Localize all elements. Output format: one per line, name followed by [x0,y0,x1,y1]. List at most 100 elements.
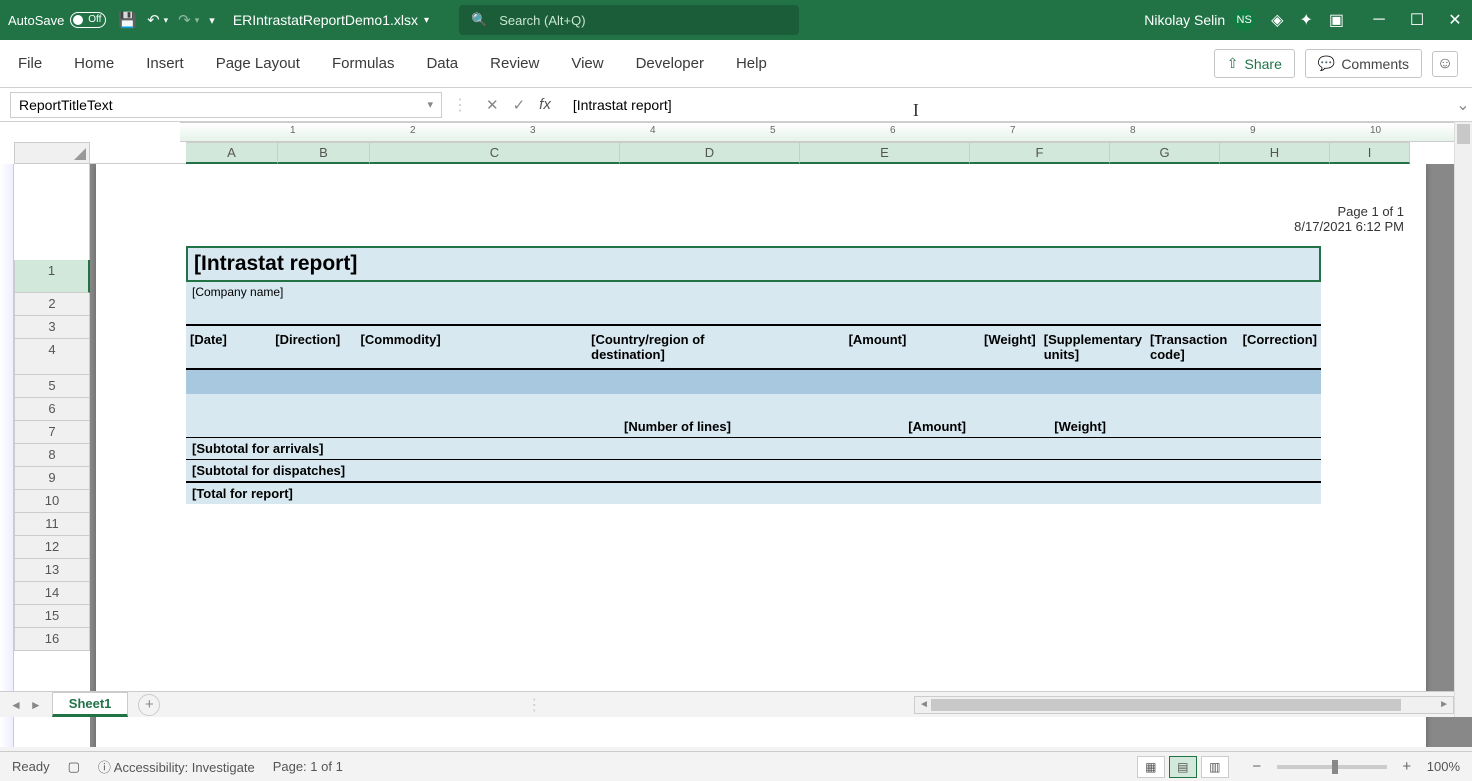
row-header-14[interactable]: 14 [14,582,90,605]
macro-record-icon[interactable]: ▢ [68,759,80,775]
tab-next-icon[interactable]: ► [30,698,42,712]
autosave-toggle[interactable]: AutoSave Off [8,12,106,28]
horizontal-scrollbar[interactable]: ◄ ► [914,696,1454,714]
page-layout-view[interactable]: Page 1 of 1 8/17/2021 6:12 PM [Intrastat… [90,164,1472,747]
comments-button[interactable]: 💬 Comments [1305,49,1422,78]
accessibility-status[interactable]: ⓘ Accessibility: Investigate [98,757,255,776]
row-header-6[interactable]: 6 [14,398,90,421]
tab-help[interactable]: Help [732,49,771,78]
subtotal-dispatches[interactable]: [Subtotal for dispatches] [186,459,1321,481]
tab-file[interactable]: File [14,49,46,78]
hdr-amount[interactable]: [Amount] [753,326,910,368]
hdr-amount-2[interactable]: [Amount] [800,416,970,437]
hdr-supp[interactable]: [Supplementary units] [1040,326,1146,368]
data-band[interactable] [186,370,1321,394]
ribbon-display-icon[interactable]: ▣ [1329,10,1344,30]
col-header-c[interactable]: C [370,142,620,164]
hdr-weight[interactable]: [Weight] [910,326,1039,368]
undo-icon[interactable]: ↶ [147,11,160,29]
row-header-5[interactable]: 5 [14,375,90,398]
col-header-a[interactable]: A [186,142,278,164]
qat-customize-icon[interactable]: ▾ [209,14,215,27]
filename-dropdown-icon[interactable]: ▾ [424,15,429,26]
filename-area[interactable]: ERIntrastatReportDemo1.xlsx ▾ [233,12,429,28]
coming-soon-icon[interactable]: ✦ [1299,10,1312,30]
row-header-15[interactable]: 15 [14,605,90,628]
add-sheet-button[interactable]: + [138,694,160,716]
hdr-date[interactable]: [Date] [186,326,271,368]
save-icon[interactable]: 💾 [118,11,137,29]
tab-home[interactable]: Home [70,49,118,78]
vscroll-thumb[interactable] [1457,124,1470,144]
company-name-cell[interactable]: [Company name] [186,282,1321,302]
tab-developer[interactable]: Developer [632,49,708,78]
formula-bar[interactable]: [Intrastat report] I [563,92,1454,118]
share-button[interactable]: ⇧ Share [1214,49,1295,78]
report-title-cell[interactable]: [Intrastat report] [186,246,1321,282]
row-header-10[interactable]: 10 [14,490,90,513]
undo-dropdown-icon[interactable]: ▾ [164,15,169,26]
row-header-1[interactable]: 1 [14,260,90,293]
zoom-level[interactable]: 100% [1427,759,1460,774]
user-account[interactable]: Nikolay Selin NS [1144,9,1255,31]
row-header-3[interactable]: 3 [14,316,90,339]
name-box[interactable]: ReportTitleText ▾ [10,92,442,118]
tab-insert[interactable]: Insert [142,49,188,78]
row-header-2[interactable]: 2 [14,293,90,316]
minimize-button[interactable]: ─ [1370,11,1388,29]
close-button[interactable]: ✕ [1446,11,1464,29]
fx-icon[interactable]: fx [539,96,551,113]
hdr-direction[interactable]: [Direction] [271,326,356,368]
col-header-e[interactable]: E [800,142,970,164]
hdr-weight-2[interactable]: [Weight] [970,416,1110,437]
hdr-lines[interactable]: [Number of lines] [620,416,800,437]
col-header-g[interactable]: G [1110,142,1220,164]
total-row[interactable]: [Total for report] [186,481,1321,504]
view-normal-button[interactable]: ▦ [1137,756,1165,778]
row-header-8[interactable]: 8 [14,444,90,467]
col-header-i[interactable]: I [1330,142,1410,164]
sheet-tab-1[interactable]: Sheet1 [52,692,129,717]
row-header-9[interactable]: 9 [14,467,90,490]
split-handle[interactable]: ⋮ [526,695,548,715]
hdr-correction[interactable]: [Correction] [1239,326,1321,368]
search-box[interactable]: 🔍 Search (Alt+Q) [459,5,799,35]
col-header-b[interactable]: B [278,142,370,164]
view-page-layout-button[interactable]: ▤ [1169,756,1197,778]
vertical-scrollbar[interactable] [1454,122,1472,717]
select-all-button[interactable] [14,142,90,164]
row-header-12[interactable]: 12 [14,536,90,559]
zoom-slider[interactable] [1277,765,1387,769]
diamond-icon[interactable]: ◈ [1271,10,1283,30]
tab-data[interactable]: Data [422,49,462,78]
tab-page-layout[interactable]: Page Layout [212,49,304,78]
formula-expand-icon[interactable]: ⌄ [1454,95,1472,115]
name-box-dropdown-icon[interactable]: ▾ [427,98,433,111]
row-header-7[interactable]: 7 [14,421,90,444]
subtotal-arrivals[interactable]: [Subtotal for arrivals] [186,437,1321,459]
row-header-11[interactable]: 11 [14,513,90,536]
redo-dropdown-icon[interactable]: ▾ [195,15,200,26]
toggle-switch[interactable]: Off [70,12,106,28]
col-header-h[interactable]: H [1220,142,1330,164]
feedback-button[interactable]: ☺ [1432,51,1458,77]
zoom-out-button[interactable]: − [1249,758,1265,775]
cancel-icon[interactable]: ✕ [486,96,499,114]
hscroll-left-icon[interactable]: ◄ [919,699,929,710]
col-header-d[interactable]: D [620,142,800,164]
row-header-4[interactable]: 4 [14,339,90,375]
enter-icon[interactable]: ✓ [513,96,526,114]
tab-prev-icon[interactable]: ◄ [10,698,22,712]
tab-review[interactable]: Review [486,49,543,78]
hscroll-right-icon[interactable]: ► [1439,699,1449,710]
redo-icon[interactable]: ↷ [178,11,191,29]
hdr-commodity[interactable]: [Commodity] [357,326,588,368]
hdr-country[interactable]: [Country/region of destination] [587,326,753,368]
tab-view[interactable]: View [567,49,607,78]
hscroll-thumb[interactable] [931,699,1401,711]
maximize-button[interactable]: ☐ [1408,11,1426,29]
tab-formulas[interactable]: Formulas [328,49,399,78]
col-header-f[interactable]: F [970,142,1110,164]
hdr-trans[interactable]: [Transaction code] [1146,326,1239,368]
zoom-in-button[interactable]: + [1399,758,1415,775]
